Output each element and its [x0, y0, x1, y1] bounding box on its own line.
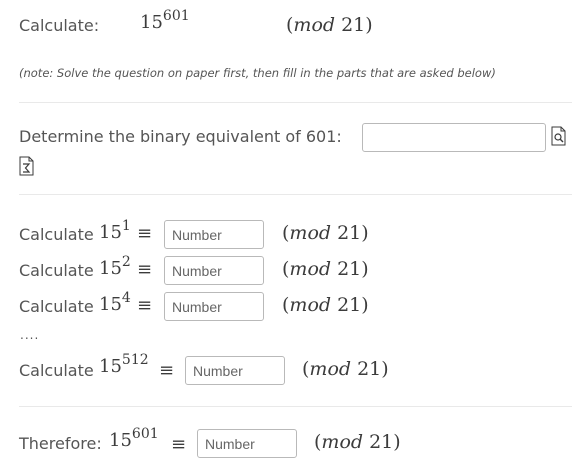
step-1-input[interactable]: Number — [164, 220, 264, 249]
therefore-power: 15601 — [109, 425, 159, 451]
step-label: Calculate — [19, 261, 94, 280]
step-label: Calculate — [19, 361, 94, 380]
step-power: 151 — [99, 217, 131, 243]
step-power: 152 — [99, 253, 131, 279]
step-modulus: (mod 21) — [282, 222, 369, 244]
step-4-input[interactable]: Number — [164, 292, 264, 321]
step-512-input[interactable]: Number — [185, 356, 285, 385]
problem-modulus: (mod 21) — [286, 14, 373, 36]
step-power: 15512 — [99, 351, 149, 377]
divider — [19, 406, 572, 407]
congruence-symbol: ≡ — [137, 223, 153, 244]
congruence-symbol: ≡ — [137, 259, 153, 280]
calculate-label: Calculate: — [19, 16, 100, 35]
problem-power: 15601 — [140, 9, 190, 33]
congruence-symbol: ≡ — [137, 295, 153, 316]
problem-base: 15 — [140, 12, 163, 33]
binary-input[interactable] — [362, 123, 546, 152]
ellipsis: .... — [20, 328, 40, 342]
problem-exponent: 601 — [162, 7, 190, 24]
final-answer-input[interactable]: Number — [197, 429, 297, 458]
preview-icon[interactable] — [551, 126, 566, 150]
step-modulus: (mod 21) — [302, 358, 389, 380]
divider — [19, 194, 572, 195]
step-modulus: (mod 21) — [282, 294, 369, 316]
step-power: 154 — [99, 289, 131, 315]
step-modulus: (mod 21) — [282, 258, 369, 280]
therefore-label: Therefore: — [19, 434, 102, 453]
therefore-modulus: (mod 21) — [314, 431, 401, 453]
step-2-input[interactable]: Number — [164, 256, 264, 285]
binary-label: Determine the binary equivalent of 601: — [19, 127, 342, 146]
step-label: Calculate — [19, 297, 94, 316]
equation-editor-icon[interactable] — [19, 156, 34, 180]
congruence-symbol: ≡ — [159, 360, 175, 381]
divider — [19, 102, 572, 103]
congruence-symbol: ≡ — [171, 434, 187, 455]
step-label: Calculate — [19, 225, 94, 244]
instruction-note: (note: Solve the question on paper first… — [19, 66, 496, 80]
